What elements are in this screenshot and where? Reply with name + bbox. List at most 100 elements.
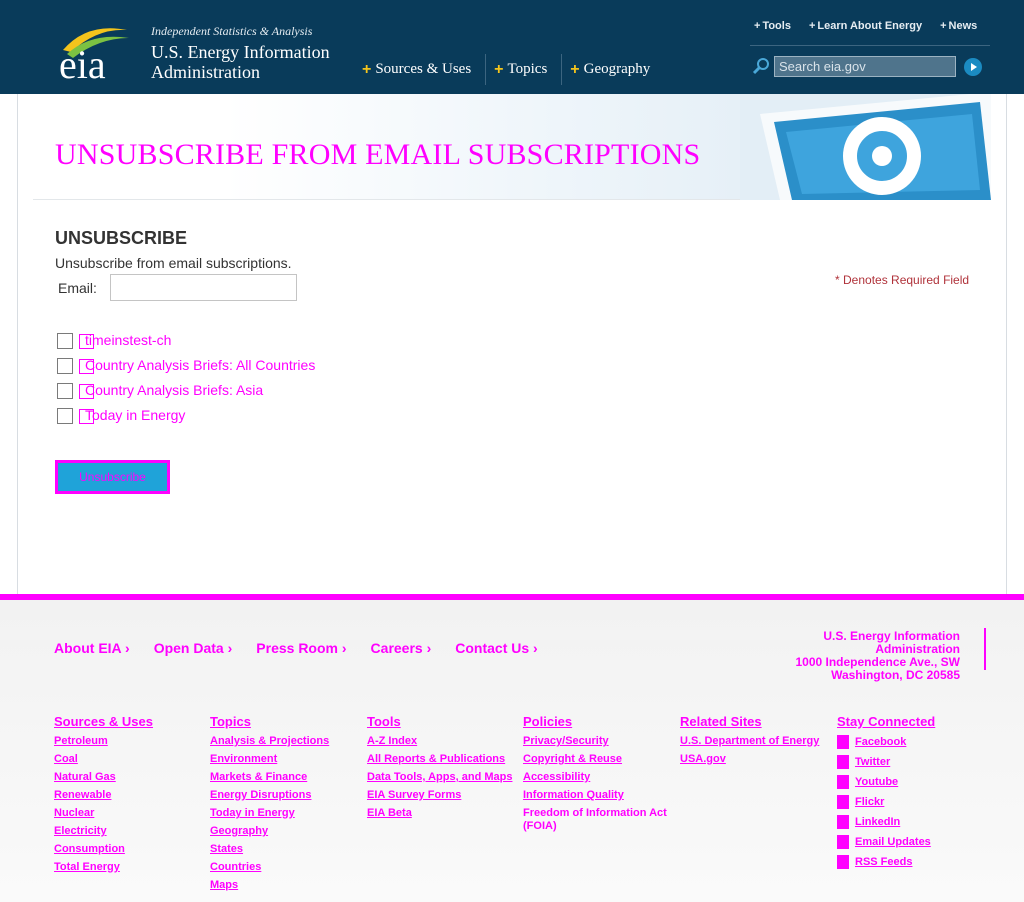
util-link-learn[interactable]: + Learn About Energy (809, 20, 922, 32)
footer-nav: About EIA Open Data Press Room Careers C… (54, 640, 538, 656)
nav-sources-uses[interactable]: + Sources & Uses (354, 54, 485, 85)
footer-col-topics: Topics Analysis & Projections Environmen… (210, 714, 360, 897)
email-at-icon (740, 94, 991, 200)
footer-col-heading[interactable]: Stay Connected (837, 714, 987, 729)
footer-link[interactable]: Total Energy (54, 861, 204, 874)
subscription-option: Today in Energy (57, 407, 185, 424)
subscription-checkbox[interactable] (57, 383, 73, 399)
footer-link[interactable]: Information Quality (523, 789, 673, 802)
eia-logo[interactable]: eia (57, 20, 137, 82)
social-rss[interactable]: RSS Feeds (837, 855, 987, 869)
footer-address-divider (984, 628, 986, 670)
footer-link[interactable]: Geography (210, 825, 360, 838)
youtube-icon (837, 775, 849, 789)
footer-link[interactable]: Freedom of Information Act (FOIA) (523, 807, 673, 833)
unsubscribe-button[interactable]: Unsubscribe (55, 460, 170, 494)
footer-link[interactable]: Nuclear (54, 807, 204, 820)
rss-icon (837, 855, 849, 869)
svg-text:eia: eia (59, 42, 106, 82)
form-description: Unsubscribe from email subscriptions. (55, 255, 292, 271)
required-note: * Denotes Required Field (835, 273, 970, 287)
footer-link-about[interactable]: About EIA (54, 640, 130, 656)
footer-col-policies: Policies Privacy/Security Copyright & Re… (523, 714, 673, 838)
header-divider (750, 45, 990, 46)
footer-link[interactable]: Maps (210, 879, 360, 892)
subscription-option: timeinstest-ch (57, 332, 171, 349)
footer-link[interactable]: States (210, 843, 360, 856)
site-header: eia Independent Statistics & Analysis U.… (0, 0, 1024, 94)
footer-link[interactable]: Coal (54, 753, 204, 766)
footer-col-heading[interactable]: Policies (523, 714, 673, 729)
footer-link[interactable]: Data Tools, Apps, and Maps (367, 771, 517, 784)
footer-col-connect: Stay Connected Facebook Twitter Youtube … (837, 714, 987, 875)
email-field[interactable] (110, 274, 297, 301)
form-heading: UNSUBSCRIBE (55, 228, 188, 248)
footer-link[interactable]: All Reports & Publications (367, 753, 517, 766)
footer-link-contact[interactable]: Contact Us (455, 640, 537, 656)
social-linkedin[interactable]: LinkedIn (837, 815, 987, 829)
plus-icon: + (570, 60, 580, 78)
footer-link[interactable]: Markets & Finance (210, 771, 360, 784)
footer-link[interactable]: Today in Energy (210, 807, 360, 820)
plus-icon: + (808, 20, 816, 32)
unsubscribe-button-label: Unsubscribe (58, 463, 167, 491)
util-link-news[interactable]: + News (940, 20, 977, 32)
subscription-checkbox[interactable] (57, 333, 73, 349)
plus-icon: + (494, 60, 504, 78)
footer-col-heading[interactable]: Sources & Uses (54, 714, 204, 729)
subscription-option: Country Analysis Briefs: Asia (57, 382, 263, 399)
footer-link-press-room[interactable]: Press Room (256, 640, 346, 656)
footer-address: U.S. Energy Information Administration 1… (795, 629, 960, 682)
footer-link[interactable]: Analysis & Projections (210, 735, 360, 748)
footer-link[interactable]: Consumption (54, 843, 204, 856)
footer-col-heading[interactable]: Related Sites (680, 714, 830, 729)
facebook-icon (837, 735, 849, 749)
flickr-icon (837, 795, 849, 809)
footer-link[interactable]: EIA Beta (367, 807, 517, 820)
subscription-label[interactable]: Country Analysis Briefs: Asia (85, 382, 263, 398)
footer-link[interactable]: Copyright & Reuse (523, 753, 673, 766)
footer-link[interactable]: Accessibility (523, 771, 673, 784)
nav-topics[interactable]: + Topics (485, 54, 561, 85)
footer-link[interactable]: Electricity (54, 825, 204, 838)
footer-col-tools: Tools A-Z Index All Reports & Publicatio… (367, 714, 517, 825)
subscription-label[interactable]: Country Analysis Briefs: All Countries (85, 357, 315, 373)
social-twitter[interactable]: Twitter (837, 755, 987, 769)
util-link-tools[interactable]: + Tools (754, 20, 791, 32)
footer-link[interactable]: A-Z Index (367, 735, 517, 748)
utility-nav: + Tools + Learn About Energy + News (754, 20, 977, 32)
footer-link[interactable]: Energy Disruptions (210, 789, 360, 802)
plus-icon: + (362, 60, 372, 78)
site-tagline: Independent Statistics & Analysis (151, 24, 313, 38)
footer-col-sources: Sources & Uses Petroleum Coal Natural Ga… (54, 714, 204, 879)
footer-link-open-data[interactable]: Open Data (154, 640, 233, 656)
search-input[interactable] (774, 56, 956, 77)
site-name[interactable]: U.S. Energy Information Administration (151, 42, 351, 82)
footer-link[interactable]: EIA Survey Forms (367, 789, 517, 802)
social-flickr[interactable]: Flickr (837, 795, 987, 809)
footer-col-heading[interactable]: Topics (210, 714, 360, 729)
footer-link[interactable]: Natural Gas (54, 771, 204, 784)
social-youtube[interactable]: Youtube (837, 775, 987, 789)
linkedin-icon (837, 815, 849, 829)
search-icon (752, 58, 769, 75)
footer-link[interactable]: Privacy/Security (523, 735, 673, 748)
main-nav: + Sources & Uses + Topics + Geography (354, 54, 664, 85)
footer-col-heading[interactable]: Tools (367, 714, 517, 729)
social-email-updates[interactable]: Email Updates (837, 835, 987, 849)
subscription-label[interactable]: timeinstest-ch (85, 332, 171, 348)
nav-geography[interactable]: + Geography (561, 54, 664, 85)
subscription-checkbox[interactable] (57, 358, 73, 374)
footer-link[interactable]: Countries (210, 861, 360, 874)
footer-link-careers[interactable]: Careers (371, 640, 432, 656)
social-facebook[interactable]: Facebook (837, 735, 987, 749)
page-title: UNSUBSCRIBE FROM EMAIL SUBSCRIPTIONS (55, 138, 701, 171)
footer-link[interactable]: Petroleum (54, 735, 204, 748)
footer-link[interactable]: U.S. Department of Energy (680, 735, 830, 748)
footer-link[interactable]: Environment (210, 753, 360, 766)
footer-link[interactable]: USA.gov (680, 753, 830, 766)
search-go-button[interactable] (964, 58, 982, 76)
subscription-checkbox[interactable] (57, 408, 73, 424)
subscription-label[interactable]: Today in Energy (85, 407, 185, 423)
footer-link[interactable]: Renewable (54, 789, 204, 802)
